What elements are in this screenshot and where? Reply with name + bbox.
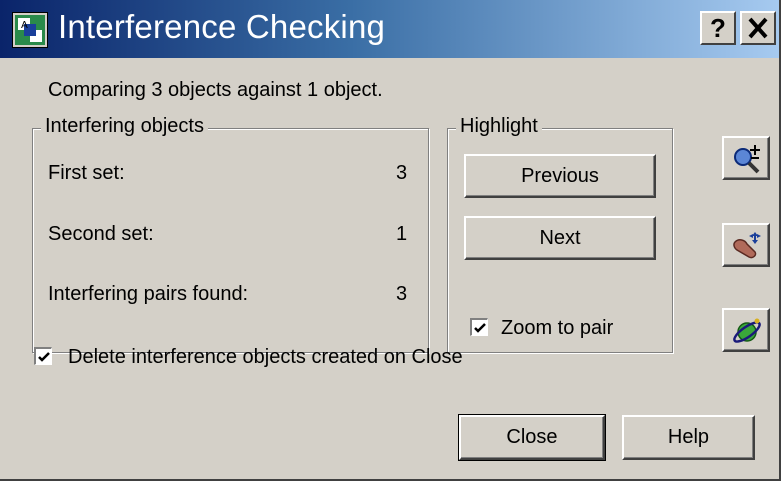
window-title: Interference Checking [58, 8, 386, 45]
close-icon [748, 17, 768, 39]
comparison-summary: Comparing 3 objects against 1 object. [48, 79, 383, 101]
zoom-realtime-icon [734, 145, 760, 174]
interfering-objects-legend: Interfering objects [41, 115, 208, 138]
orbit-icon [733, 318, 761, 343]
delete-interference-label: Delete interference objects created on C… [68, 346, 463, 368]
zoom-to-pair-label: Zoom to pair [501, 317, 614, 339]
interference-checking-dialog: A Interference Checking ? Comparing 3 ob… [0, 0, 781, 481]
checkmark-icon [38, 352, 50, 362]
orbit-button[interactable] [722, 308, 770, 352]
first-set-label: First set: [48, 162, 125, 184]
title-bar[interactable]: A Interference Checking ? [0, 0, 779, 58]
pan-icon [733, 232, 761, 259]
title-help-button[interactable]: ? [700, 11, 736, 45]
title-close-button[interactable] [740, 11, 776, 45]
app-icon: A [12, 12, 48, 48]
pan-button[interactable] [722, 223, 770, 267]
interfering-pairs-label: Interfering pairs found: [48, 283, 249, 305]
svg-text:A: A [21, 20, 28, 31]
interfering-pairs-value: 3 [396, 283, 408, 305]
second-set-value: 1 [396, 223, 408, 245]
previous-button[interactable]: Previous [464, 154, 656, 198]
next-button[interactable]: Next [464, 216, 656, 260]
zoom-to-pair-checkbox[interactable] [470, 318, 488, 336]
help-button[interactable]: Help [622, 415, 755, 460]
first-set-value: 3 [396, 162, 408, 184]
second-set-label: Second set: [48, 223, 154, 245]
checkmark-icon [474, 323, 486, 333]
highlight-legend: Highlight [456, 115, 542, 138]
delete-interference-checkbox[interactable] [34, 347, 52, 365]
zoom-realtime-button[interactable] [722, 136, 770, 180]
close-button[interactable]: Close [458, 414, 606, 461]
